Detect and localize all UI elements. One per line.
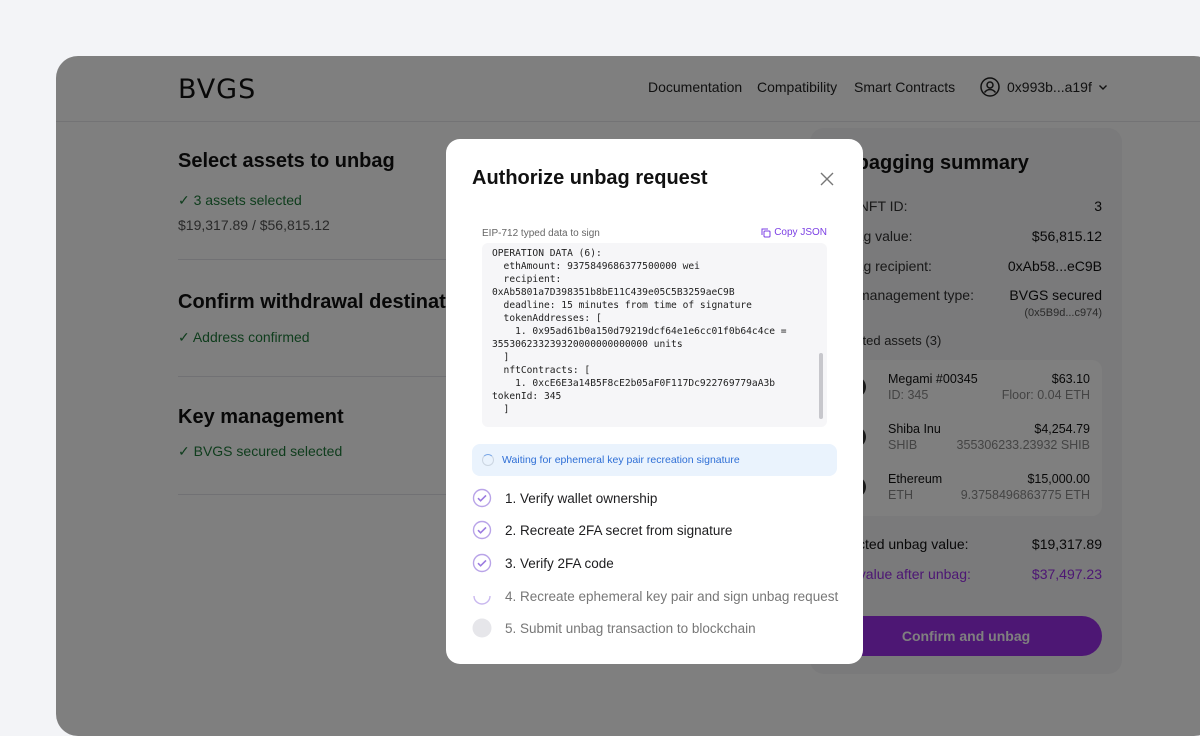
authorize-unbag-modal: Authorize unbag request EIP-712 typed da… — [446, 139, 863, 664]
confirm-unbag-button[interactable]: Confirm and unbag — [830, 616, 1102, 656]
nav-smart-contracts[interactable]: Smart Contracts — [854, 79, 955, 95]
step-label: 4. Recreate ephemeral key pair and sign … — [505, 588, 839, 604]
step-5: 5. Submit unbag transaction to blockchai… — [472, 617, 756, 639]
selected-assets-list: Megami #00345 ID: 345 $63.10 Floor: 0.04 ET… — [830, 360, 1102, 516]
nav-documentation[interactable]: Documentation — [648, 79, 742, 95]
user-icon — [980, 77, 1000, 97]
section-detail: $19,317.89 / $56,815.12 — [178, 217, 330, 233]
step-2: 2. Recreate 2FA secret from signature — [472, 519, 732, 541]
account-menu[interactable]: 0x993b...a19f — [980, 77, 1115, 97]
close-icon[interactable] — [819, 171, 835, 187]
divider — [178, 376, 478, 377]
step-3: 3. Verify 2FA code — [472, 552, 614, 574]
chevron-down-icon — [1098, 85, 1107, 90]
pending-circle-icon — [472, 618, 492, 638]
step-label: 1. Verify wallet ownership — [505, 490, 658, 506]
logo[interactable]: BVGS — [178, 74, 256, 105]
list-item: Shiba Inu SHIB $4,254.79 355306233.23932 SH… — [842, 422, 1090, 472]
header: BVGS Documentation Compatibility Smart C… — [56, 56, 1200, 122]
modal-title: Authorize unbag request — [472, 167, 708, 189]
section-title: Confirm withdrawal destination — [178, 291, 476, 313]
copy-json-button[interactable]: Copy JSON — [761, 227, 827, 238]
check-circle-icon — [472, 488, 492, 508]
account-address: 0x993b...a19f — [1007, 79, 1092, 95]
code-label: EIP-712 typed data to sign — [482, 228, 600, 239]
status-banner: Waiting for ephemeral key pair recreatio… — [472, 444, 837, 476]
nav-compatibility[interactable]: Compatibility — [757, 79, 837, 95]
status-text: Waiting for ephemeral key pair recreatio… — [502, 454, 740, 466]
section-status: ✓ 3 assets selected — [178, 192, 302, 208]
copy-json-label: Copy JSON — [774, 227, 827, 238]
divider — [178, 259, 478, 260]
spinner-icon — [482, 454, 494, 466]
section-status: ✓ Address confirmed — [178, 329, 310, 345]
section-key-management[interactable]: Key management ✓ BVGS secured selected — [178, 406, 478, 460]
step-label: 3. Verify 2FA code — [505, 555, 614, 571]
check-circle-icon — [472, 553, 492, 573]
check-circle-icon — [472, 520, 492, 540]
step-4: 4. Recreate ephemeral key pair and sign … — [472, 585, 838, 607]
step-1: 1. Verify wallet ownership — [472, 487, 657, 509]
loading-icon — [472, 586, 492, 606]
scrollbar[interactable] — [819, 353, 823, 419]
section-status: ✓ BVGS secured selected — [178, 443, 343, 459]
section-withdrawal-destination[interactable]: Confirm withdrawal destination ✓ Address… — [178, 291, 478, 346]
step-label: 5. Submit unbag transaction to blockchai… — [505, 620, 756, 636]
section-select-assets[interactable]: Select assets to unbag ✓ 3 assets select… — [178, 150, 478, 233]
divider — [178, 494, 478, 495]
section-title: Key management — [178, 406, 344, 428]
section-title: Select assets to unbag — [178, 150, 395, 172]
list-item: Megami #00345 ID: 345 $63.10 Floor: 0.04 ET… — [842, 372, 1090, 422]
list-item: Ethereum ETH $15,000.00 9.3758496863775 ETH — [842, 472, 1090, 522]
typed-data-viewer[interactable]: OPERATION DATA (6): ethAmount: 937584968… — [482, 243, 827, 427]
copy-icon — [761, 228, 771, 237]
step-label: 2. Recreate 2FA secret from signature — [505, 522, 733, 538]
typed-data-code: OPERATION DATA (6): ethAmount: 937584968… — [492, 248, 787, 415]
